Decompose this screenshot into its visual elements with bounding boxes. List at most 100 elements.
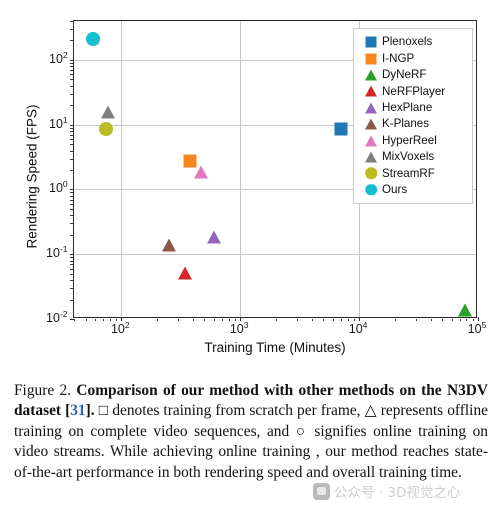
x-axis-minor-tick [332, 318, 334, 321]
y-axis-minor-tick [70, 131, 73, 132]
caption-citation-ref[interactable]: 31 [70, 402, 85, 419]
x-axis-title: Training Time (Minutes) [204, 340, 346, 355]
y-axis-minor-tick [70, 105, 73, 107]
y-axis-minor-tick [70, 170, 73, 171]
y-axis-minor-tick [70, 203, 73, 205]
x-axis-minor-tick [85, 318, 87, 321]
x-axis-minor-tick [459, 318, 461, 321]
legend-triangle-icon [360, 116, 382, 132]
y-axis-minor-tick [70, 74, 73, 76]
legend-label: Ours [382, 182, 408, 196]
legend-label: StreamRF [382, 166, 435, 180]
legend-label: DyNeRF [382, 68, 427, 82]
y-axis-minor-tick [70, 299, 73, 301]
x-axis-minor-tick [296, 318, 298, 321]
x-axis-minor-tick [74, 318, 75, 321]
y-axis-minor-tick [70, 144, 73, 146]
y-axis-minor-tick [70, 268, 73, 270]
legend-item-k-planes[interactable]: K-Planes [360, 116, 464, 132]
y-axis-minor-tick [70, 288, 73, 290]
legend-item-mixvoxels[interactable]: MixVoxels [360, 149, 464, 165]
legend-item-ours[interactable]: Ours [360, 182, 464, 198]
x-axis-minor-tick [472, 318, 474, 321]
y-axis-minor-tick [70, 150, 73, 152]
y-axis-minor-tick [70, 134, 73, 136]
data-point-mixvoxels [101, 105, 116, 119]
legend-item-dynerf[interactable]: DyNeRF [360, 67, 464, 83]
y-axis-minor-tick [70, 208, 73, 210]
legend-item-hyperreel[interactable]: HyperReel [360, 132, 464, 148]
figure-container: 102 103 104 105 102 101 100 10-1 10-2 Training … [0, 0, 502, 520]
x-axis-minor-tick [394, 318, 396, 321]
x-axis-minor-tick [94, 318, 96, 321]
x-gridline [240, 21, 242, 317]
legend-item-plenoxels[interactable]: Plenoxels [360, 34, 464, 50]
legend-label: HexPlane [382, 100, 433, 114]
y-axis-minor-tick [70, 70, 73, 72]
x-axis-tick [478, 317, 479, 321]
y-axis-minor-tick [70, 199, 73, 201]
y-axis-minor-tick [70, 127, 73, 129]
y-tick-label: 101 [49, 114, 68, 131]
y-axis-minor-tick [70, 223, 73, 225]
legend-triangle-icon [360, 149, 382, 165]
scatter-chart: 102 103 104 105 102 101 100 10-1 10-2 Training … [0, 0, 502, 372]
legend-label: Plenoxels [382, 35, 433, 49]
x-axis-minor-tick [109, 318, 111, 321]
x-axis-tick [240, 317, 242, 321]
x-tick-label: 103 [229, 319, 249, 336]
x-axis-minor-tick [353, 318, 355, 321]
data-point-ours [86, 32, 101, 47]
legend-label: HyperReel [382, 133, 437, 147]
legend-label: I-NGP [382, 51, 415, 65]
legend-circle-icon [360, 165, 382, 181]
y-axis-minor-tick [70, 62, 73, 64]
legend-item-streamrf[interactable]: StreamRF [360, 165, 464, 181]
y-axis-minor-tick [70, 280, 73, 281]
x-axis-minor-tick [157, 318, 159, 321]
y-axis-minor-tick [70, 234, 73, 236]
watermark-text: 公众号 · 3D视觉之心 [334, 485, 461, 501]
x-axis-minor-tick [340, 318, 342, 321]
x-axis-minor-tick [192, 318, 194, 321]
x-axis-minor-tick [115, 318, 117, 321]
y-axis-minor-tick [70, 158, 73, 160]
y-axis-minor-tick [70, 257, 73, 259]
legend-item-hexplane[interactable]: HexPlane [360, 100, 464, 116]
x-axis-minor-tick [415, 318, 417, 321]
watermark-logo-icon [313, 482, 330, 500]
y-tick-label: 10-2 [46, 308, 68, 325]
y-axis-title: Rendering Speed (FPS) [24, 104, 40, 249]
data-point-plenoxels [334, 122, 348, 136]
x-axis-tick [121, 317, 123, 321]
y-axis-minor-tick [70, 40, 73, 42]
y-axis-minor-tick [70, 273, 73, 275]
y-tick-label: 10-1 [46, 244, 68, 261]
y-axis-minor-tick [70, 264, 73, 266]
data-point-k-planes [161, 238, 176, 252]
chart-legend: Plenoxels I-NGP DyNeRF NeRFPlayer HexPlane K-… [353, 28, 473, 204]
caption-title-part2: ]. [85, 402, 95, 420]
y-axis-minor-tick [70, 66, 73, 68]
x-gridline [121, 21, 123, 317]
legend-item-i-ngp[interactable]: I-NGP [360, 50, 464, 66]
legend-item-nerfplayer[interactable]: NeRFPlayer [360, 83, 464, 99]
x-axis-minor-tick [221, 318, 223, 321]
x-axis-minor-tick [442, 318, 444, 321]
y-axis-minor-tick [70, 85, 73, 87]
caption-figure-number: Figure 2. [14, 382, 72, 399]
x-axis-minor-tick [430, 318, 432, 321]
legend-label: MixVoxels [382, 150, 435, 164]
data-point-dynerf [457, 303, 472, 317]
y-axis-tick [70, 254, 74, 256]
x-tick-label: 104 [348, 319, 368, 336]
legend-label: K-Planes [382, 117, 430, 131]
legend-circle-icon [360, 182, 382, 198]
x-axis-tick [359, 317, 361, 321]
x-axis-minor-tick [213, 318, 215, 321]
x-axis-minor-tick [311, 318, 313, 321]
y-axis-minor-tick [70, 79, 73, 81]
legend-label: NeRFPlayer [382, 84, 446, 98]
legend-triangle-icon [360, 83, 382, 99]
x-axis-minor-tick [178, 318, 180, 321]
